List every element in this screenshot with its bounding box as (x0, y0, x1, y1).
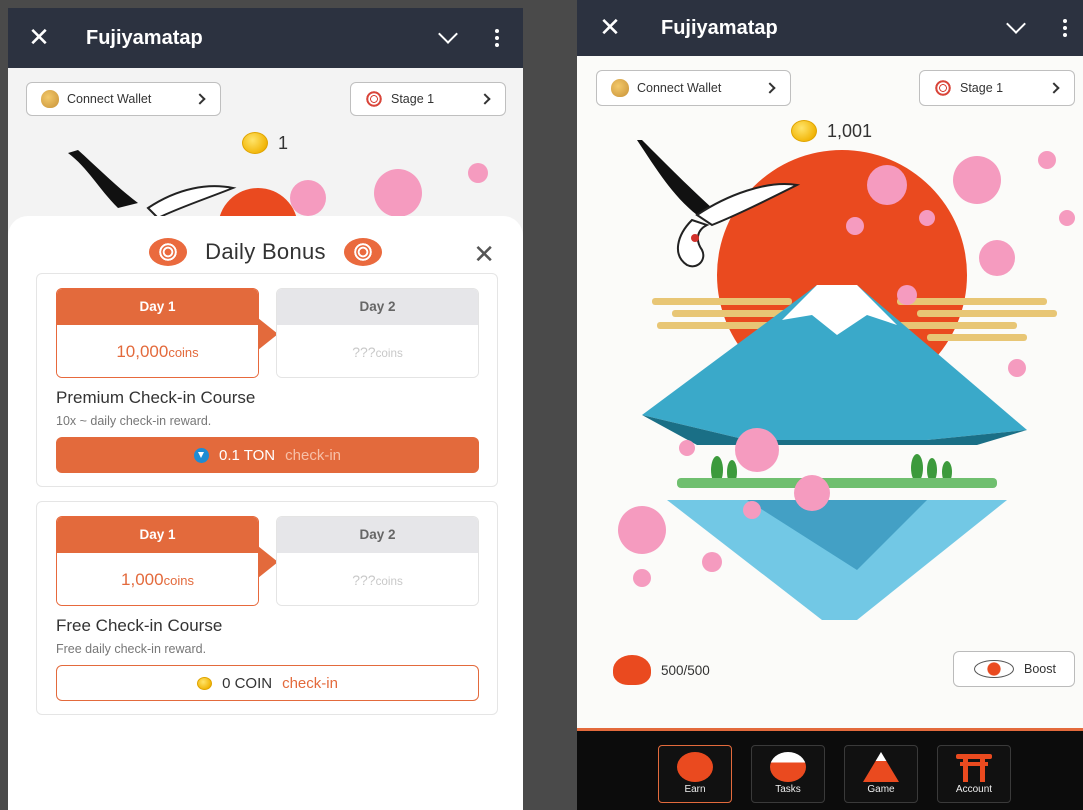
free-day2-tile[interactable]: Day 2 ???coins (276, 516, 479, 606)
day2-label: Day 2 (277, 517, 478, 553)
tasks-icon (770, 752, 806, 782)
sakura-icon (365, 90, 383, 108)
chevron-right-icon (764, 82, 776, 94)
premium-checkin-button[interactable]: 0.1 TON check-in (56, 437, 479, 473)
nav-label: Game (867, 784, 895, 795)
sakura-icon (934, 79, 952, 97)
eye-icon (974, 660, 1014, 678)
app-title: Fujiyamatap (661, 16, 778, 39)
more-menu-icon[interactable] (1063, 19, 1067, 37)
ton-icon (194, 447, 209, 463)
daily-bonus-screen: ✕ Fujiyamatap Connect Wallet Stage 1 1 D… (8, 8, 523, 810)
bottom-nav: Earn Tasks Game Account (577, 728, 1083, 810)
coin-icon (197, 676, 213, 690)
game-icon (863, 752, 899, 782)
day1-reward: 10,000coins (57, 325, 258, 377)
day1-reward: 1,000coins (57, 553, 258, 605)
button-amount: 0 COIN (222, 674, 273, 692)
boost-button[interactable]: Boost (953, 651, 1075, 687)
free-checkin-button[interactable]: 0 COIN check-in (56, 665, 479, 701)
chevron-right-icon (479, 93, 491, 105)
energy-value: 500/500 (661, 662, 710, 678)
free-course-card: Day 1 1,000coins Day 2 ???coins Free Che… (36, 501, 498, 715)
day2-reward: ???coins (277, 553, 478, 605)
day2-label: Day 2 (277, 289, 478, 325)
coin-counter: 1,001 (791, 120, 872, 142)
stage-label: Stage 1 (391, 92, 435, 106)
day1-label: Day 1 (57, 289, 258, 325)
wallet-icon (611, 79, 629, 97)
chevron-right-icon (194, 93, 206, 105)
nav-earn[interactable]: Earn (658, 745, 732, 803)
button-action: check-in (285, 446, 341, 464)
app-bar: ✕ Fujiyamatap (577, 0, 1083, 56)
sheet-header: Daily Bonus (8, 238, 523, 266)
course-description: Free daily check-in reward. (56, 642, 207, 656)
game-screen: ✕ Fujiyamatap Connect Wallet Stage 1 1,0… (577, 0, 1083, 810)
nav-label: Earn (684, 784, 706, 795)
connect-wallet-label: Connect Wallet (67, 92, 152, 106)
arrow-icon (258, 318, 278, 350)
app-bar: ✕ Fujiyamatap (8, 8, 523, 68)
chevron-right-icon (1048, 82, 1060, 94)
nav-account[interactable]: Account (937, 745, 1011, 803)
course-title: Premium Check-in Course (56, 388, 256, 407)
close-sheet-icon[interactable]: ✕ (473, 240, 495, 270)
wallet-icon (41, 90, 59, 108)
premium-course-card: Day 1 10,000coins Day 2 ???coins Premium… (36, 273, 498, 487)
fuji-tap-target[interactable] (597, 140, 1083, 630)
nav-game[interactable]: Game (844, 745, 918, 803)
free-day1-tile[interactable]: Day 1 1,000coins (56, 516, 259, 606)
chevron-down-icon[interactable] (1006, 14, 1026, 34)
sheet-title: Daily Bonus (205, 239, 326, 264)
coin-icon (791, 120, 817, 142)
connect-wallet-label: Connect Wallet (637, 81, 722, 95)
more-menu-icon[interactable] (495, 29, 499, 47)
sakura-icon (343, 238, 382, 266)
button-action: check-in (282, 674, 338, 692)
daily-bonus-sheet: Daily Bonus ✕ Day 1 10,000coins Day 2 ??… (8, 216, 523, 810)
kettle-icon (613, 655, 651, 685)
boost-label: Boost (1024, 662, 1056, 676)
energy-counter: 500/500 (613, 655, 710, 685)
stage-label: Stage 1 (960, 81, 1004, 95)
app-title: Fujiyamatap (86, 26, 203, 49)
nav-tasks[interactable]: Tasks (751, 745, 825, 803)
stage-button[interactable]: Stage 1 (919, 70, 1075, 106)
nav-label: Account (955, 784, 993, 795)
day1-label: Day 1 (57, 517, 258, 553)
arrow-icon (258, 546, 278, 578)
chevron-down-icon[interactable] (438, 24, 458, 44)
premium-day2-tile[interactable]: Day 2 ???coins (276, 288, 479, 378)
coin-count: 1,001 (827, 120, 873, 141)
connect-wallet-button[interactable]: Connect Wallet (26, 82, 221, 116)
close-icon[interactable]: ✕ (597, 13, 623, 43)
stage-button[interactable]: Stage 1 (350, 82, 506, 116)
sakura-icon (149, 238, 188, 266)
premium-day1-tile[interactable]: Day 1 10,000coins (56, 288, 259, 378)
torii-icon (956, 752, 992, 782)
nav-label: Tasks (775, 784, 801, 795)
earn-icon (677, 752, 713, 782)
connect-wallet-button[interactable]: Connect Wallet (596, 70, 791, 106)
course-description: 10x ~ daily check-in reward. (56, 414, 212, 428)
day2-reward: ???coins (277, 325, 478, 377)
course-title: Free Check-in Course (56, 616, 223, 635)
close-icon[interactable]: ✕ (26, 23, 52, 53)
button-amount: 0.1 TON (219, 446, 276, 464)
